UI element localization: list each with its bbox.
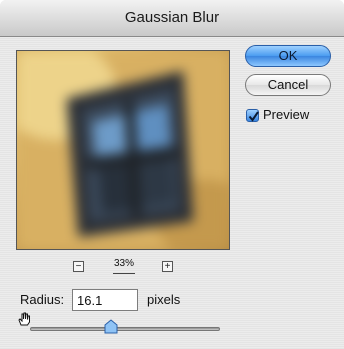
zoom-level: 33% [113,258,134,269]
radius-input[interactable] [72,289,138,311]
cancel-button[interactable]: Cancel [245,74,331,96]
gaussian-blur-dialog: Gaussian Blur − 33% + OK Cancel Preview … [0,0,344,349]
radius-units-label: pixels [147,292,181,307]
zoom-in-button[interactable]: + [162,261,173,272]
minus-icon: − [75,261,82,272]
preview-label[interactable]: Preview [263,107,309,122]
hand-cursor-icon [18,312,30,326]
radius-slider-track[interactable] [30,327,220,331]
dialog-title: Gaussian Blur [124,9,220,26]
title-bar[interactable]: Gaussian Blur [0,0,344,37]
ok-button[interactable]: OK [245,45,331,67]
radius-slider-thumb[interactable] [104,319,118,334]
plus-icon: + [164,261,171,272]
checkmark-icon [248,111,259,122]
zoom-level-underline [113,273,135,274]
radius-label: Radius: [20,292,65,307]
preview-checkbox[interactable] [246,109,259,122]
preview-image[interactable] [16,50,230,250]
blurred-window-image [17,51,229,249]
zoom-out-button[interactable]: − [73,261,84,272]
